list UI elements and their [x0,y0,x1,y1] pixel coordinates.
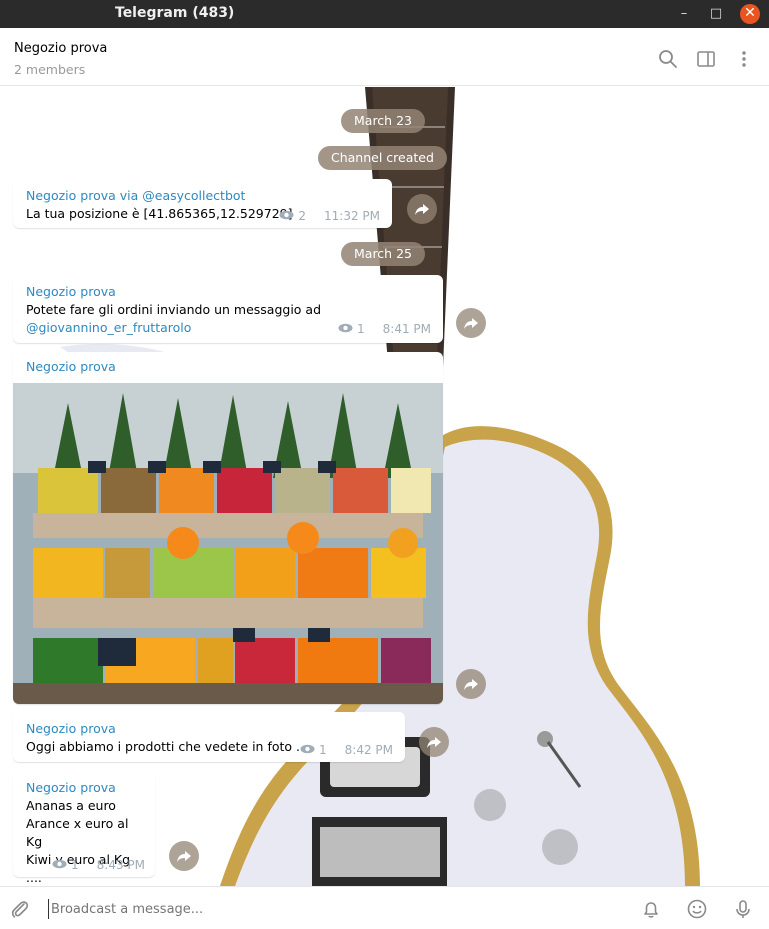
channel-created-notice: Channel created [318,146,447,170]
message-time: 11:32 PM [324,209,380,223]
chat-header[interactable]: Negozio prova 2 members [0,28,769,86]
message-author[interactable]: Negozio prova [26,720,392,738]
message-meta: 1 8:42 PM [300,743,393,757]
side-panel-icon[interactable] [695,48,717,70]
emoji-icon[interactable] [686,898,708,920]
chat-title[interactable]: Negozio prova [14,41,107,56]
window-titlebar: Telegram (483) – □ ✕ [0,0,769,28]
message-text: Ananas a euro Arance x euro al Kg Kiwi y… [26,798,131,885]
share-icon [177,851,191,862]
maximize-button[interactable]: □ [706,4,726,24]
paperclip-icon[interactable] [9,898,31,920]
message-bubble[interactable]: Negozio prova via @easycollectbot La tua… [13,179,392,228]
close-button[interactable]: ✕ [740,4,760,24]
photo-image [13,383,443,704]
views-count: 2 [298,209,306,223]
message-input[interactable] [48,899,608,919]
message-meta: 1 8:41 PM [338,322,431,336]
views-icon [52,858,67,872]
search-icon[interactable] [657,48,679,70]
share-icon [464,318,478,329]
message-author[interactable]: Negozio prova via @easycollectbot [26,187,379,205]
message-time: 8:42 PM [344,743,393,757]
message-meta: 1 8:43 PM [52,858,145,872]
message-time: 8:41 PM [382,322,431,336]
message-text: Potete fare gli ordini inviando un messa… [26,302,322,317]
window-title: Telegram (483) [115,5,235,21]
bell-icon[interactable] [640,898,662,920]
forward-button[interactable] [456,669,486,699]
message-bubble[interactable]: Negozio prova Ananas a euro Arance x eur… [13,771,155,885]
share-icon [427,737,441,748]
forward-button[interactable] [407,194,437,224]
views-count: 1 [71,858,79,872]
chat-history[interactable]: March 23 Channel created Negozio prova v… [0,87,769,886]
date-separator: March 23 [341,109,425,133]
microphone-icon[interactable] [732,898,754,920]
message-bubble[interactable]: Negozio prova Potete fare gli ordini inv… [13,275,443,343]
message-author[interactable]: Negozio prova [26,358,430,376]
date-separator: March 25 [341,242,425,266]
chat-members-count: 2 members [14,62,86,77]
views-icon [300,743,315,757]
forward-button[interactable] [169,841,199,871]
views-icon [338,322,353,336]
message-composer [0,886,769,929]
message-bubble[interactable]: Negozio prova Oggi abbiamo i prodotti ch… [13,712,405,762]
share-icon [415,204,429,215]
message-author[interactable]: Negozio prova [26,283,430,301]
views-count: 1 [357,322,365,336]
forward-button[interactable] [419,727,449,757]
share-icon [464,679,478,690]
message-time: 8:43 PM [96,858,145,872]
message-meta: 2 11:32 PM [279,209,380,223]
views-icon [279,209,294,223]
fruit-stand-photo[interactable] [13,383,443,704]
message-author[interactable]: Negozio prova [26,779,142,797]
views-count: 1 [319,743,327,757]
more-menu-icon[interactable] [733,48,755,70]
minimize-button[interactable]: – [674,4,694,24]
forward-button[interactable] [456,308,486,338]
